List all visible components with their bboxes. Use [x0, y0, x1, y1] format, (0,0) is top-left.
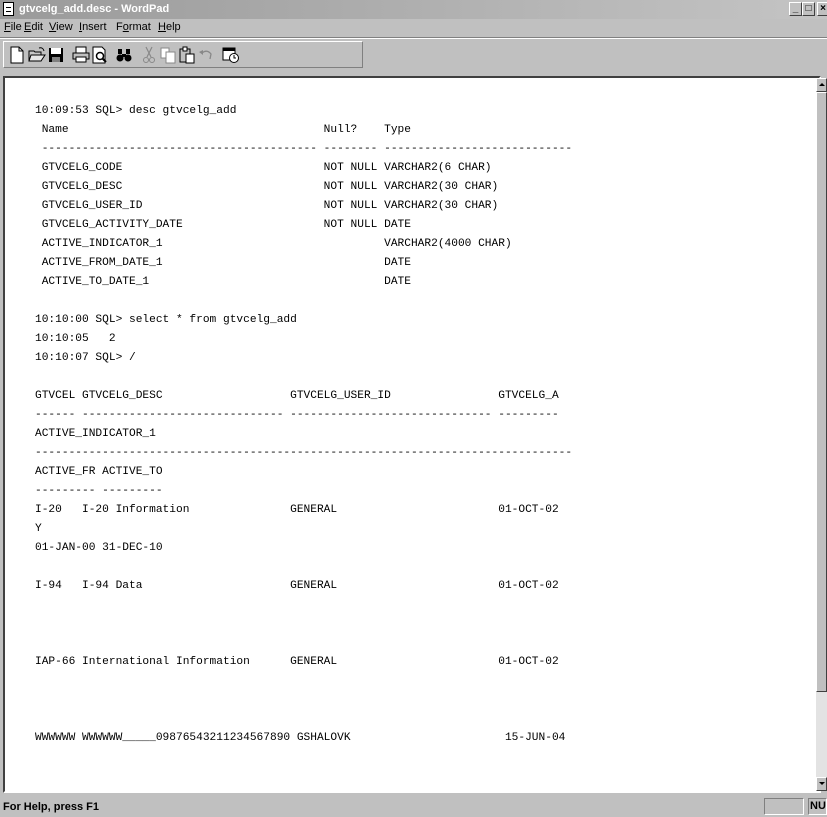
- menu-edit[interactable]: Edit: [24, 21, 43, 33]
- document-line[interactable]: [35, 292, 572, 311]
- document-line[interactable]: ----------------------------------------…: [35, 140, 572, 159]
- wordpad-window: gtvcelg_add.desc - WordPad _ □ × File Ed…: [0, 0, 827, 817]
- menu-help[interactable]: Help: [158, 21, 181, 33]
- toolbar: [3, 41, 363, 68]
- toolbar-separator: [0, 37, 827, 39]
- print-icon[interactable]: [72, 46, 90, 64]
- document-line[interactable]: ACTIVE_INDICATOR_1 VARCHAR2(4000 CHAR): [35, 235, 572, 254]
- menu-format-rest: rmat: [128, 21, 151, 33]
- wordpad-document-icon[interactable]: [3, 2, 14, 16]
- vertical-scrollbar[interactable]: [816, 78, 827, 791]
- document-line[interactable]: I-94 I-94 Data GENERAL 01-OCT-02: [35, 577, 572, 596]
- title-bar[interactable]: gtvcelg_add.desc - WordPad _ □ ×: [0, 0, 827, 19]
- document-line[interactable]: GTVCEL GTVCELG_DESC GTVCELG_USER_ID GTVC…: [35, 387, 572, 406]
- document-line[interactable]: ACTIVE_TO_DATE_1 DATE: [35, 273, 572, 292]
- menu-file-rest: ile: [10, 21, 22, 33]
- status-help-text: For Help, press F1: [3, 801, 99, 813]
- document-line[interactable]: ------ ------------------------------ --…: [35, 406, 572, 425]
- document-line[interactable]: ----------------------------------------…: [35, 444, 572, 463]
- copy-icon[interactable]: [159, 46, 177, 64]
- print-preview-icon[interactable]: [91, 46, 109, 64]
- document-line[interactable]: Name Null? Type: [35, 121, 572, 140]
- date-time-icon[interactable]: [222, 46, 240, 64]
- minimize-button[interactable]: _: [789, 2, 802, 16]
- document-line[interactable]: Y: [35, 520, 572, 539]
- document-line[interactable]: 10:10:07 SQL> /: [35, 349, 572, 368]
- status-bar: For Help, press F1 NUM: [0, 796, 827, 817]
- menu-format[interactable]: Format: [116, 21, 151, 33]
- document-line[interactable]: ACTIVE_FROM_DATE_1 DATE: [35, 254, 572, 273]
- document-line[interactable]: GTVCELG_ACTIVITY_DATE NOT NULL DATE: [35, 216, 572, 235]
- scrollbar-thumb[interactable]: [816, 92, 827, 692]
- menu-file-mnemonic: F: [4, 21, 11, 33]
- menu-help-mnemonic: H: [158, 21, 166, 33]
- save-disk-icon[interactable]: [47, 46, 65, 64]
- document-line[interactable]: 10:10:05 2: [35, 330, 572, 349]
- menu-file[interactable]: File: [4, 21, 22, 33]
- close-button[interactable]: ×: [817, 2, 827, 16]
- document-line[interactable]: 10:09:53 SQL> desc gtvcelg_add: [35, 102, 572, 121]
- document-line[interactable]: ACTIVE_INDICATOR_1: [35, 425, 572, 444]
- document-line[interactable]: 10:10:00 SQL> select * from gtvcelg_add: [35, 311, 572, 330]
- document-line[interactable]: WWWWWW WWWWWW_____09876543211234567890 G…: [35, 729, 572, 748]
- scroll-up-arrow-icon[interactable]: [816, 78, 827, 92]
- document-line[interactable]: 01-JAN-00 31-DEC-10: [35, 539, 572, 558]
- document-line[interactable]: GTVCELG_CODE NOT NULL VARCHAR2(6 CHAR): [35, 159, 572, 178]
- menu-insert[interactable]: Insert: [79, 21, 107, 33]
- menu-view-rest: iew: [56, 21, 73, 33]
- maximize-button[interactable]: □: [802, 2, 815, 16]
- document-line[interactable]: [35, 558, 572, 577]
- menu-format-first: F: [116, 21, 123, 33]
- document-line[interactable]: IAP-66 International Information GENERAL…: [35, 653, 572, 672]
- menu-edit-rest: dit: [31, 21, 43, 33]
- document-line[interactable]: [35, 615, 572, 634]
- document-line[interactable]: [35, 596, 572, 615]
- status-panel: [764, 798, 804, 815]
- cut-scissors-icon[interactable]: [140, 46, 158, 64]
- open-folder-icon[interactable]: [28, 46, 46, 64]
- document-line[interactable]: [35, 710, 572, 729]
- document-line[interactable]: [35, 368, 572, 387]
- document-line[interactable]: [35, 634, 572, 653]
- menu-help-rest: elp: [165, 21, 181, 33]
- document-line[interactable]: GTVCELG_USER_ID NOT NULL VARCHAR2(30 CHA…: [35, 197, 572, 216]
- document-area[interactable]: 10:09:53 SQL> desc gtvcelg_add Name Null…: [3, 76, 821, 793]
- menu-bar: File Edit View Insert Format Help: [0, 19, 827, 36]
- document-line[interactable]: I-20 I-20 Information GENERAL 01-OCT-02: [35, 501, 572, 520]
- menu-view[interactable]: View: [49, 21, 73, 33]
- window-title: gtvcelg_add.desc - WordPad: [19, 3, 170, 15]
- document-text[interactable]: 10:09:53 SQL> desc gtvcelg_add Name Null…: [35, 102, 572, 748]
- menu-insert-rest: nsert: [82, 21, 107, 33]
- document-line[interactable]: ACTIVE_FR ACTIVE_TO: [35, 463, 572, 482]
- paste-icon[interactable]: [178, 46, 196, 64]
- document-line[interactable]: [35, 672, 572, 691]
- document-line[interactable]: --------- ---------: [35, 482, 572, 501]
- scroll-down-arrow-icon[interactable]: [816, 777, 827, 791]
- num-lock-indicator: NUM: [808, 798, 827, 815]
- document-line[interactable]: [35, 691, 572, 710]
- undo-icon[interactable]: [197, 46, 215, 64]
- new-document-icon[interactable]: [8, 46, 26, 64]
- find-binoculars-icon[interactable]: [115, 46, 133, 64]
- document-line[interactable]: GTVCELG_DESC NOT NULL VARCHAR2(30 CHAR): [35, 178, 572, 197]
